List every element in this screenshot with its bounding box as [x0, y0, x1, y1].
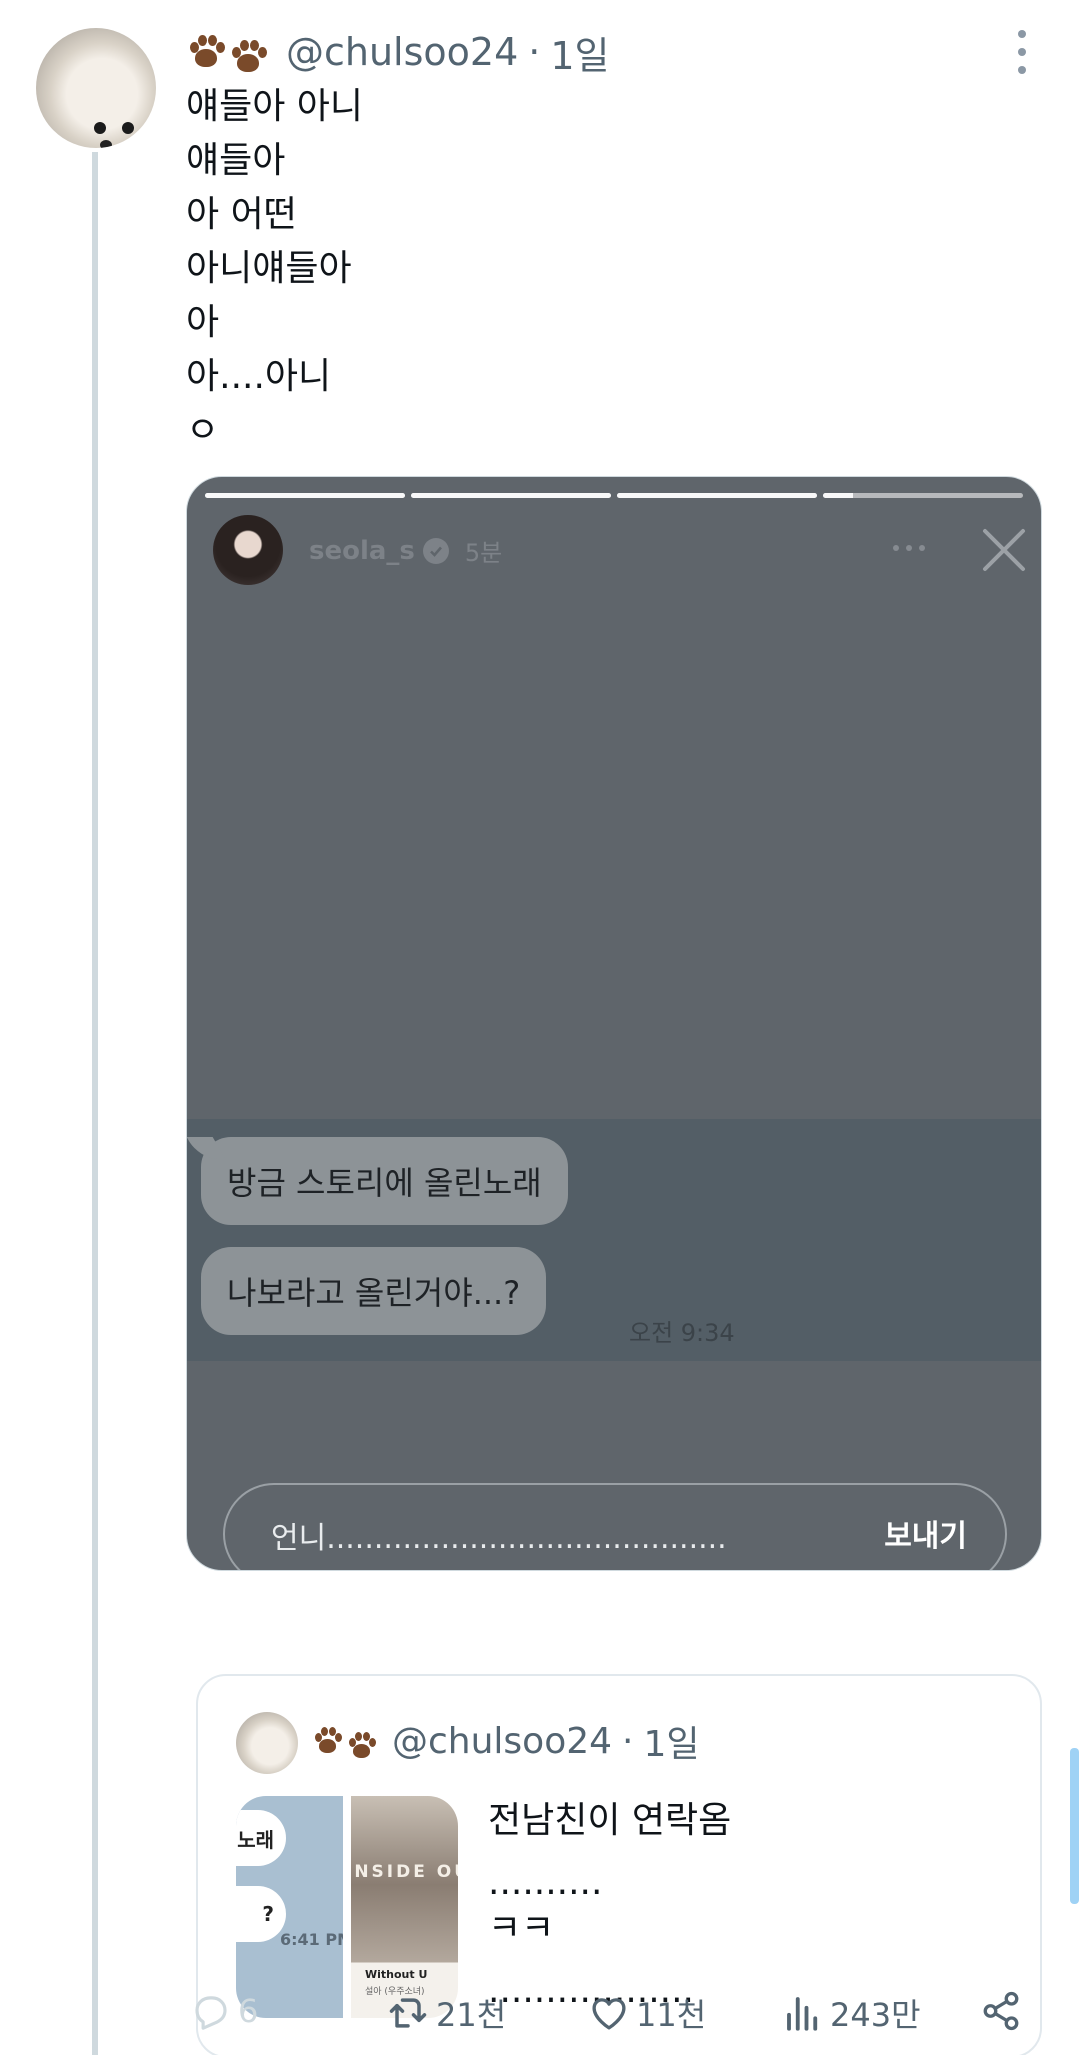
tweet-text: 얘들아 아니 얘들아 아 어떤 아니얘들아 아 아....아니 ㅇ	[186, 80, 363, 458]
quoted-header: @chulsoo24 · 1일	[312, 1716, 700, 1766]
tweet-header: @chulsoo24 · 1일	[186, 24, 610, 80]
album-title: INSIDE OUT	[351, 1862, 458, 1882]
story-progress-segment	[823, 493, 1023, 498]
quoted-media: 노래 ? 6:41 PM INSIDE OUT Without U 설아 (우주…	[236, 1796, 458, 2018]
reply-button[interactable]: 6	[190, 1990, 258, 2032]
scrollbar[interactable]	[1070, 1748, 1079, 1904]
like-icon	[592, 1998, 626, 2030]
views-count: 243만	[830, 1996, 921, 2034]
thumb-bubble: ?	[236, 1886, 286, 1942]
quoted-avatar	[236, 1712, 298, 1774]
story-progress-segment	[617, 493, 817, 498]
story-avatar	[213, 515, 283, 585]
close-icon	[983, 529, 1025, 571]
story-reply-text: 언니......................................…	[271, 1521, 727, 1556]
story-progress-fill	[823, 493, 853, 498]
thumb-time: 6:41 PM	[280, 1930, 343, 1949]
avatar[interactable]	[36, 28, 156, 148]
avatar-eye	[122, 122, 134, 134]
tweet-line: 아니얘들아	[186, 248, 352, 289]
retweet-icon	[389, 1998, 427, 2028]
story-progress-segment	[205, 493, 405, 498]
tweet-line: 아	[186, 302, 220, 343]
share-icon	[983, 1991, 1019, 2031]
quoted-text: 전남친이 연락옴 .......... ㅋㅋ .................…	[488, 1798, 731, 2014]
paw-icon	[312, 1726, 342, 1756]
user-handle[interactable]: @chulsoo24	[286, 30, 518, 74]
track-title: Without U	[365, 1968, 428, 1981]
quoted-display-name-emoji	[312, 1721, 380, 1761]
story-user: seola_s 5분	[309, 533, 502, 568]
story-progress-fill	[205, 493, 405, 498]
chat-message: 방금 스토리에 올린노래	[227, 1164, 542, 1202]
avatar-eye	[94, 122, 106, 134]
paw-icon	[186, 33, 225, 71]
story-progress-fill	[617, 493, 817, 498]
reply-count: 6	[238, 1992, 259, 2030]
chat-bubble: 방금 스토리에 올린노래	[201, 1137, 568, 1225]
retweet-count: 21천	[436, 1996, 507, 2034]
avatar-nose	[100, 140, 112, 148]
story-more-icon	[893, 545, 925, 551]
retweet-button[interactable]: 21천	[386, 1990, 506, 2036]
chat-message: 나보라고 올린거야...?	[227, 1274, 521, 1312]
share-button[interactable]	[980, 1990, 1028, 2032]
paw-icon	[228, 38, 267, 76]
tweet-time[interactable]: 1일	[550, 25, 609, 80]
chat-timestamp: 오전 9:34	[629, 1319, 735, 1347]
thread-line	[92, 152, 98, 2055]
more-vertical-icon[interactable]	[1010, 30, 1034, 74]
story-progress-fill	[411, 493, 611, 498]
quoted-line: 전남친이 연락옴	[488, 1800, 732, 1841]
separator: ·	[622, 1720, 634, 1762]
story-username: seola_s	[309, 535, 415, 566]
display-name-emoji[interactable]	[186, 28, 270, 76]
verified-icon	[422, 537, 449, 564]
like-button[interactable]: 11천	[588, 1990, 706, 2036]
reply-icon	[195, 1996, 227, 2030]
quoted-time: 1일	[643, 1724, 700, 1765]
paw-icon	[346, 1731, 376, 1761]
tweet-line: 아....아니	[186, 356, 332, 397]
story-progress	[205, 493, 1023, 498]
tweet-line: 아 어떤	[186, 194, 297, 235]
views-button[interactable]: 243만	[782, 1990, 921, 2036]
tweet-media-image[interactable]: seola_s 5분 방금 스토리에 올린노래 나보라고 올린거야...? 오전…	[186, 476, 1042, 1571]
like-count: 11천	[636, 1996, 707, 2034]
quoted-media-thumb: INSIDE OUT Without U 설아 (우주소녀)	[351, 1796, 458, 2018]
chat-bubble: 나보라고 올린거야...?	[201, 1247, 547, 1335]
quoted-line: ㅋㅋ	[488, 1908, 555, 1949]
tweet-line: 얘들아	[186, 140, 286, 181]
story-time: 5분	[464, 539, 503, 567]
thumb-bubble: 노래	[236, 1810, 286, 1866]
tweet-line: 얘들아 아니	[186, 86, 364, 127]
story-progress-segment	[411, 493, 611, 498]
action-bar: 6 21천 11천 243만	[186, 1990, 1046, 2040]
story-send-label: 보내기	[884, 1519, 967, 1554]
views-icon	[787, 1997, 818, 2031]
quoted-media-thumb: 노래 ? 6:41 PM	[236, 1796, 343, 2018]
tweet-line: ㅇ	[186, 410, 220, 451]
separator: ·	[528, 30, 541, 74]
quoted-line: ..........	[488, 1862, 603, 1903]
quoted-handle: @chulsoo24	[392, 1720, 613, 1762]
story-reply-box: 언니......................................…	[223, 1483, 1007, 1570]
